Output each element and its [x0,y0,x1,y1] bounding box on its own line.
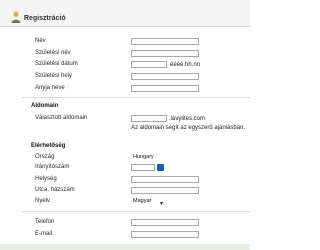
phone-input[interactable] [131,219,199,226]
city-input[interactable] [131,176,199,183]
page-title: Regisztráció [24,15,66,22]
email-label: E-mail [35,231,53,237]
divider [22,97,250,98]
divider [22,211,250,212]
birth-date-label: Születési dátum [35,61,78,67]
zip-input[interactable] [131,164,155,171]
mother-name-label: Anyja neve [35,85,65,91]
aldomain-help-text: Az aldomain segít az egyszerű ajánlásban… [131,125,246,131]
street-input[interactable] [131,187,199,194]
country-select[interactable]: Hungary [133,154,154,161]
name-input[interactable] [131,38,199,45]
name-label: Név [35,38,46,44]
birth-name-input[interactable] [131,50,199,57]
aldomain-suffix: .lavylites.com [169,116,206,122]
zip-label: Irányítószám [35,164,70,170]
chevron-down-icon[interactable]: ▼ [159,201,164,207]
birth-name-label: Születési név [35,50,71,56]
birth-place-label: Születési hely [35,73,73,79]
aldomain-section-title: Aldomain [31,103,59,109]
country-label: Ország [35,154,55,160]
user-icon [11,11,21,23]
zip-lookup-icon[interactable] [157,164,164,171]
aldomain-label: Választott aldomain [35,115,88,121]
contact-section-title: Elérhetőség [31,143,66,149]
aldomain-input[interactable] [131,115,167,122]
birth-date-input[interactable] [131,61,167,68]
language-select[interactable]: Magyar [133,198,151,205]
registration-header: Regisztráció [0,0,250,27]
birth-date-hint: éééé.hh.nn [170,62,201,68]
birth-place-input[interactable] [131,73,199,80]
city-label: Helység [35,176,57,182]
email-input[interactable] [131,231,199,238]
phone-label: Telefon [35,219,55,225]
footer-bar [0,244,250,250]
street-label: Utca, házszám [35,187,75,193]
language-label: Nyelv [35,198,51,204]
mother-name-input[interactable] [131,85,199,92]
